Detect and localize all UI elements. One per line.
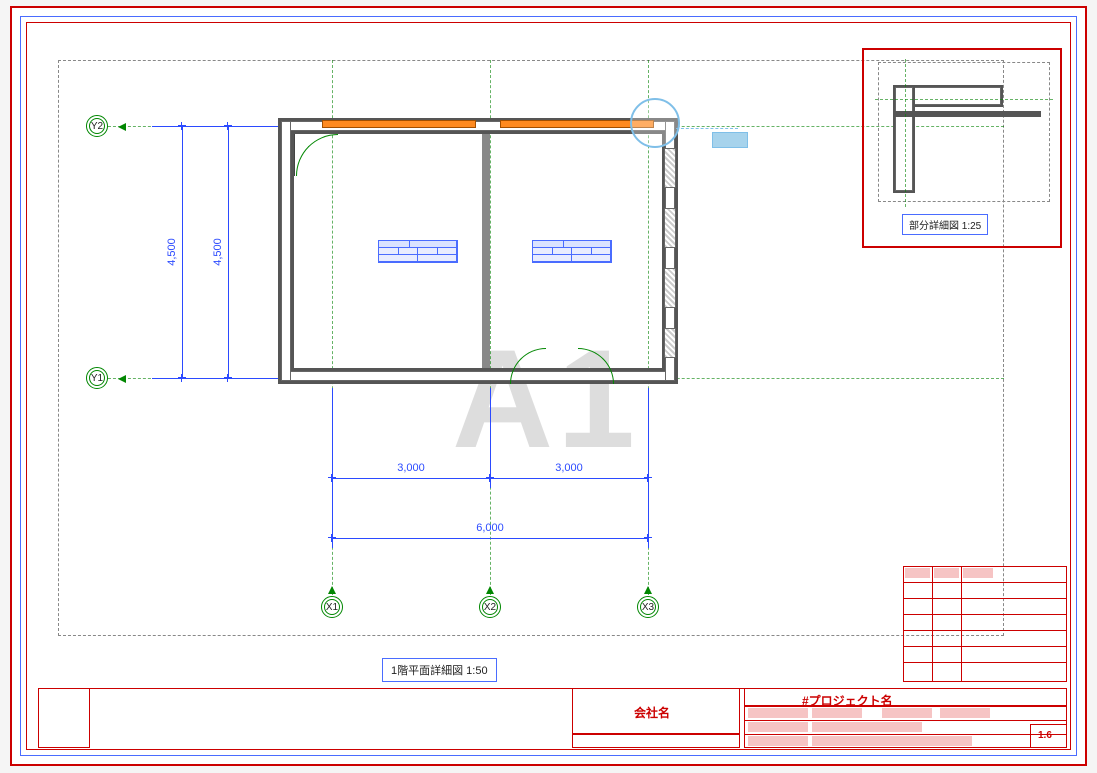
detail-grid-h [875, 99, 1053, 100]
dim-ext [152, 126, 278, 127]
crop-region-detail [878, 62, 1050, 202]
dim-ext [332, 388, 333, 548]
dim-line-y-inner [228, 126, 229, 378]
grid-bubble-y2: Y2 [86, 115, 108, 137]
tb-line [903, 646, 1067, 647]
detail-wall-v-face [895, 87, 913, 191]
detail-callout-circle[interactable] [630, 98, 680, 148]
view-title-main[interactable]: 1階平面詳細図 1:50 [382, 658, 497, 682]
detail-wall-inner [893, 111, 1041, 117]
titleblock-company-label: 会社名 [634, 704, 670, 721]
wall-hatch-e4 [664, 328, 676, 358]
tb-line [903, 582, 1067, 583]
grid-bubble-y1: Y1 [86, 367, 108, 389]
dim-ext [490, 388, 491, 488]
dim-line-x-row2 [332, 538, 648, 539]
dim-ext [648, 388, 649, 548]
titleblock-version: 1.6 [1038, 730, 1052, 741]
room-tag-right[interactable] [532, 240, 612, 263]
grid-arrow [118, 375, 126, 383]
view-title-detail[interactable]: 部分詳細図 1:25 [902, 214, 988, 235]
tb-cell-fill [748, 708, 808, 718]
tb-cell-fill [812, 722, 922, 732]
tb-line [744, 720, 1067, 721]
grid-bubble-x3: X3 [637, 596, 659, 618]
tb-cell-fill [812, 736, 972, 746]
grid-arrow [118, 123, 126, 131]
floor-plan[interactable] [278, 118, 678, 384]
tb-cell-fill [963, 568, 993, 578]
tb-cell-fill [812, 708, 862, 718]
grid-bubble-x2: X2 [479, 596, 501, 618]
detail-callout-leader [676, 128, 738, 129]
door-arc-nw [296, 134, 338, 176]
dim-text-x2x3: 3,000 [555, 462, 583, 474]
wall-face-s [281, 371, 675, 381]
tb-line [903, 630, 1067, 631]
detail-view-frame[interactable]: 部分詳細図 1:25 [862, 48, 1062, 248]
tb-cell-fill [940, 708, 990, 718]
grid-arrow [486, 586, 494, 594]
tb-line [903, 598, 1067, 599]
tb-line [932, 566, 933, 682]
wall-hatch-e2 [664, 208, 676, 248]
dim-line-y-outer [182, 126, 183, 378]
titleblock-project-row[interactable] [744, 688, 1067, 706]
door-arc-s-left [510, 348, 546, 384]
tb-cell-fill [748, 722, 808, 732]
dim-text-y-inner: 4,500 [212, 238, 224, 266]
dim-text-y-outer: 4,500 [166, 238, 178, 266]
tb-line [903, 614, 1067, 615]
tb-cell-fill [905, 568, 930, 578]
dim-text-x1x2: 3,000 [397, 462, 425, 474]
tb-line [744, 734, 1067, 735]
door-leaf-nw [294, 134, 295, 176]
door-arc-s-right [578, 348, 614, 384]
room-tag-left[interactable] [378, 240, 458, 263]
tb-cell-fill [748, 736, 808, 746]
titleblock-stamp-box [38, 688, 90, 748]
window-north-left [322, 120, 476, 128]
wall-hatch-e1 [664, 148, 676, 188]
sheet: A1 Y2 Y1 X1 X2 X3 [10, 6, 1087, 766]
tb-line [903, 662, 1067, 663]
grid-arrow [644, 586, 652, 594]
dim-text-x1x3: 6,000 [476, 522, 504, 534]
wall-face-w [281, 121, 291, 381]
grid-arrow [328, 586, 336, 594]
titleblock-company-sub [572, 734, 740, 748]
tb-cell-fill [882, 708, 932, 718]
wall-hatch-e3 [664, 268, 676, 308]
grid-bubble-x1: X1 [321, 596, 343, 618]
titleblock-revision-grid[interactable] [903, 566, 1067, 682]
wall-interior [482, 134, 490, 368]
dim-ext [152, 378, 278, 379]
detail-callout-tag[interactable] [712, 132, 748, 148]
tb-cell-fill [934, 568, 959, 578]
detail-grid-v [905, 59, 906, 207]
tb-line [961, 566, 962, 682]
